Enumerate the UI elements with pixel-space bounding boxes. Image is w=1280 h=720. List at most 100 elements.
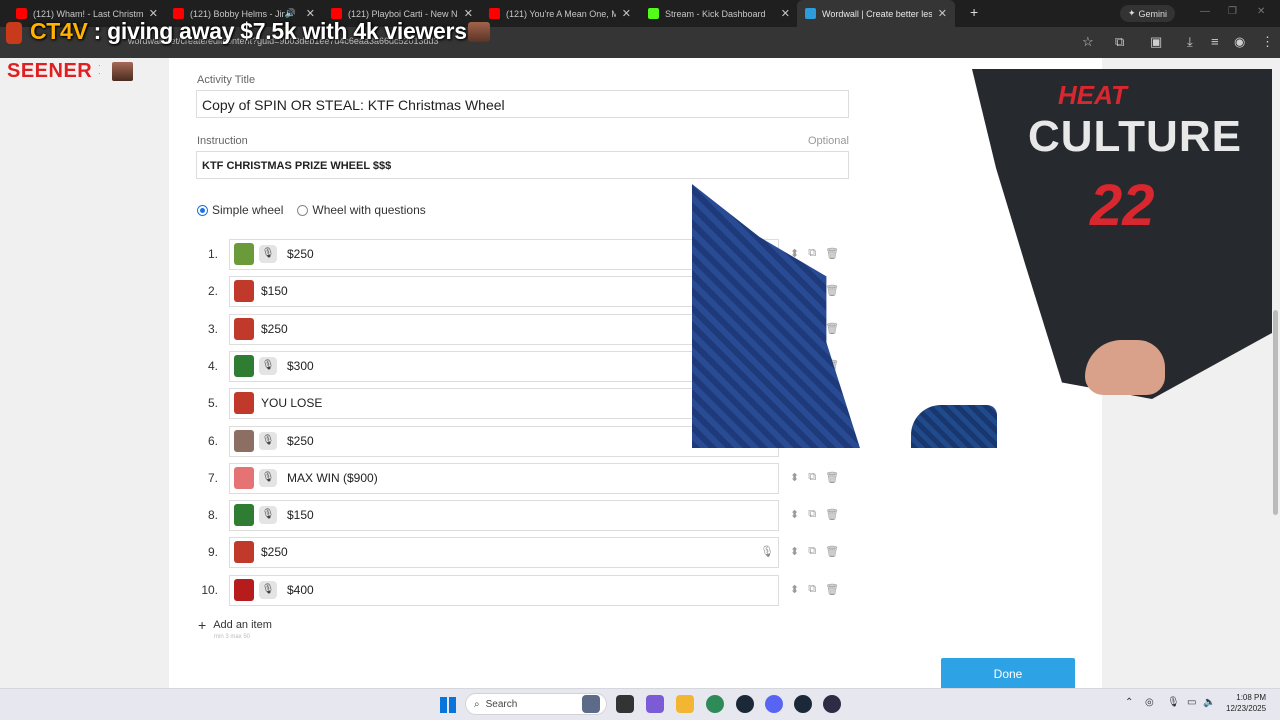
trash-icon[interactable]: 🗑 [825, 322, 839, 335]
mic-icon[interactable]: 🎙 [259, 581, 277, 599]
trash-icon[interactable]: 🗑 [825, 583, 839, 596]
file-explorer-icon[interactable] [676, 695, 694, 713]
trash-icon[interactable]: 🗑 [825, 284, 839, 297]
duplicate-icon[interactable]: ⧉ [808, 247, 816, 260]
item-text[interactable]: YOU LOSE [261, 396, 322, 410]
tab-close-icon[interactable]: ✕ [938, 7, 947, 20]
item-image[interactable] [234, 541, 254, 563]
done-button[interactable]: Done [941, 658, 1075, 690]
discord-icon[interactable] [765, 695, 783, 713]
terminal-icon[interactable] [616, 695, 634, 713]
obs-icon[interactable] [736, 695, 754, 713]
steam-icon[interactable] [794, 695, 812, 713]
duplicate-icon[interactable]: ⧉ [808, 471, 816, 484]
volume-icon[interactable]: 🔈 [1203, 697, 1215, 708]
menu-dots-icon[interactable]: ⋮ [1261, 34, 1274, 50]
bookmark-star-icon[interactable]: ☆ [1082, 34, 1094, 50]
instruction-input[interactable]: KTF CHRISTMAS PRIZE WHEEL $$$ [196, 151, 849, 179]
duplicate-icon[interactable]: ⧉ [808, 545, 816, 558]
browser-tab[interactable]: Wordwall | Create better lesson ✕ [797, 0, 955, 27]
network-icon[interactable]: ▭ [1187, 697, 1196, 708]
tray-chevron-icon[interactable]: ⌃ [1125, 697, 1133, 708]
close-window-icon[interactable]: ✕ [1257, 6, 1265, 17]
maximize-icon[interactable]: ❐ [1228, 6, 1237, 17]
sidepanel-icon[interactable]: ▣ [1150, 34, 1162, 50]
list-icon[interactable]: ≡ [1211, 34, 1219, 49]
duplicate-icon[interactable]: ⧉ [808, 583, 816, 596]
simple-wheel-radio[interactable] [197, 204, 208, 216]
duplicate-icon[interactable]: ⧉ [808, 508, 816, 521]
reorder-arrows-icon[interactable]: ⬍ [790, 545, 799, 558]
item-image[interactable] [234, 504, 254, 526]
item-image[interactable] [234, 430, 254, 452]
item-input-box[interactable] [229, 537, 779, 568]
browser-tab[interactable]: Stream - Kick Dashboard ✕ [640, 0, 798, 27]
extensions-icon[interactable]: ⧉ [1115, 34, 1124, 50]
tray-app-icon[interactable]: ◎ [1145, 697, 1154, 708]
simple-wheel-label[interactable]: Simple wheel [212, 203, 283, 217]
windows-start-icon[interactable] [440, 697, 456, 713]
copilot-icon[interactable] [646, 695, 664, 713]
mic-icon[interactable]: 🎙 [259, 432, 277, 450]
item-number: 1. [207, 247, 218, 261]
taskbar-clock[interactable]: 1:08 PM 12/23/2025 [1226, 692, 1266, 714]
browser-tab[interactable]: (121) You're A Mean One, Mr. G ✕ [481, 0, 639, 27]
mic-icon[interactable]: 🎙 [259, 357, 277, 375]
streamer-hand [1085, 340, 1165, 395]
item-text[interactable]: $250 [287, 247, 314, 261]
scroll-thumb[interactable] [1273, 310, 1278, 515]
tab-favicon-icon [805, 8, 816, 19]
instruction-label: Instruction [197, 135, 248, 147]
item-text[interactable]: $150 [287, 508, 314, 522]
add-item-button[interactable]: + Add an item [198, 617, 272, 633]
activity-title-input[interactable]: Copy of SPIN OR STEAL: KTF Christmas Whe… [196, 90, 849, 118]
item-image[interactable] [234, 318, 254, 340]
app-icon[interactable] [823, 695, 841, 713]
add-item-label: Add an item [213, 619, 272, 631]
reorder-arrows-icon[interactable]: ⬍ [790, 508, 799, 521]
trash-icon[interactable]: 🗑 [825, 247, 839, 260]
trash-icon[interactable]: 🗑 [825, 545, 839, 558]
item-image[interactable] [234, 355, 254, 377]
reorder-arrows-icon[interactable]: ⬍ [790, 583, 799, 596]
item-text[interactable]: $250 [261, 322, 288, 336]
tab-close-icon[interactable]: ✕ [781, 7, 790, 20]
wheel-with-questions-label[interactable]: Wheel with questions [312, 203, 425, 217]
item-image[interactable] [234, 467, 254, 489]
new-tab-icon[interactable]: + [970, 4, 978, 20]
wheel-item-row: 10. 🎙 $400 ⬍ ⧉ 🗑 [200, 575, 860, 606]
widgets-icon[interactable] [582, 695, 600, 713]
download-icon[interactable]: ⤓ [1187, 34, 1193, 50]
item-text[interactable]: $250 [261, 545, 288, 559]
trash-icon[interactable]: 🗑 [825, 471, 839, 484]
item-text[interactable]: MAX WIN ($900) [287, 471, 378, 485]
tab-close-icon[interactable]: ✕ [622, 7, 631, 20]
item-text[interactable]: $400 [287, 583, 314, 597]
item-image[interactable] [234, 392, 254, 414]
mic-icon[interactable]: 🎙 [259, 506, 277, 524]
wheel-with-questions-radio[interactable] [297, 204, 309, 216]
item-actions: ⬍ ⧉ 🗑 [790, 508, 839, 521]
mic-icon[interactable]: 🎙 [760, 545, 774, 558]
item-image[interactable] [234, 579, 254, 601]
profile-avatar[interactable]: ◉ [1234, 34, 1245, 50]
minimize-icon[interactable]: — [1200, 6, 1210, 17]
mic-icon[interactable]: 🎙 [259, 469, 277, 487]
item-text[interactable]: $300 [287, 359, 314, 373]
trash-icon[interactable]: 🗑 [825, 508, 839, 521]
item-number: 6. [207, 434, 218, 448]
reorder-arrows-icon[interactable]: ⬍ [790, 471, 799, 484]
gemini-button[interactable]: ✦ Gemini [1120, 5, 1176, 22]
item-text[interactable]: $150 [261, 284, 288, 298]
sidebar-avatar [112, 62, 133, 81]
microphone-icon[interactable]: 🎙 [1167, 697, 1180, 708]
item-actions: ⬍⧉🗑 [790, 247, 839, 260]
wheel-item-row: 8. 🎙 $150 ⬍ ⧉ 🗑 [200, 500, 860, 531]
tab-title: Wordwall | Create better lesson [822, 8, 932, 19]
item-text[interactable]: $250 [287, 434, 314, 448]
item-image[interactable] [234, 243, 254, 265]
chrome-icon[interactable] [706, 695, 724, 713]
item-image[interactable] [234, 280, 254, 302]
tab-title: Stream - Kick Dashboard [665, 8, 766, 19]
mic-icon[interactable]: 🎙 [259, 245, 277, 263]
